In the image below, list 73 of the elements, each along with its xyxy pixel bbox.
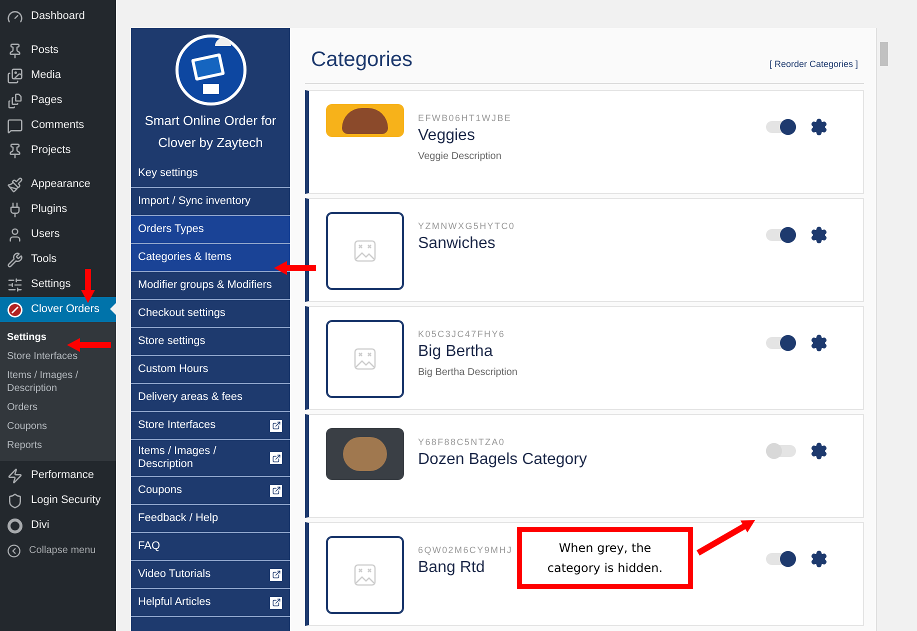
submenu-item[interactable]: Orders — [0, 398, 116, 417]
monitor-logo-icon — [174, 34, 246, 106]
menu-item[interactable]: Plugins — [0, 197, 116, 222]
visibility-toggle[interactable] — [766, 229, 796, 241]
menu-item[interactable]: Media — [0, 63, 116, 88]
dashboard-icon — [7, 8, 23, 24]
wrench-icon — [7, 252, 23, 268]
category-code: YZMNWXG5HYTC0 — [418, 220, 516, 233]
menu-item[interactable]: Projects — [0, 138, 116, 163]
comment-icon — [7, 118, 23, 134]
category-description: Veggie Description — [418, 150, 502, 164]
pages-icon — [7, 92, 23, 108]
category-name: Sanwiches — [418, 234, 496, 254]
category-name: Big Bertha — [418, 342, 493, 362]
category-code: 6QW02M6CY9MHJ — [418, 544, 513, 557]
pin-icon — [7, 142, 23, 158]
visibility-toggle[interactable] — [766, 445, 796, 457]
category-name: Dozen Bagels Category — [418, 450, 587, 470]
media-icon — [7, 68, 23, 84]
page-title: Categories — [311, 46, 413, 72]
menu-item[interactable]: Clover Orders — [0, 297, 116, 322]
category-code: EFWB06HT1WJBE — [418, 112, 512, 125]
performance-icon — [7, 468, 23, 484]
user-icon — [7, 226, 23, 242]
menu-item[interactable]: Tools — [0, 247, 116, 272]
settings-icon[interactable] — [810, 550, 828, 568]
plugin-nav-item[interactable]: Orders Types — [131, 216, 290, 244]
menu-item[interactable]: Users — [0, 222, 116, 247]
category-description: Big Bertha Description — [418, 366, 518, 380]
menu-item[interactable]: Appearance — [0, 172, 116, 197]
category-code: Y68F88C5NTZA0 — [418, 436, 506, 449]
menu-item[interactable]: Comments — [0, 113, 116, 138]
current-pointer-icon — [110, 303, 116, 315]
settings-icon — [7, 276, 23, 292]
menu-item[interactable]: Dashboard — [0, 4, 116, 29]
brush-icon — [7, 176, 23, 192]
submenu-item[interactable]: Settings — [0, 328, 116, 347]
annotation-callout: When grey, the category is hidden. — [517, 527, 693, 589]
submenu-item[interactable]: Coupons — [0, 417, 116, 436]
menu-item[interactable]: Divi — [0, 513, 116, 538]
broken-image-icon — [353, 347, 377, 371]
visibility-toggle[interactable] — [766, 121, 796, 133]
plugin-nav-item[interactable]: Categories & Items — [131, 244, 290, 272]
submenu-item[interactable]: Store Interfaces — [0, 347, 116, 366]
menu-item[interactable]: Performance — [0, 463, 116, 488]
annotation-arrow — [67, 338, 111, 352]
submenu-item[interactable]: Reports — [0, 436, 116, 455]
clover-logo-icon — [7, 302, 23, 318]
visibility-toggle[interactable] — [766, 337, 796, 349]
divi-logo-icon — [7, 518, 23, 534]
category-name: Bang Rtd — [418, 558, 485, 578]
settings-icon[interactable] — [810, 226, 828, 244]
category-name: Veggies — [418, 126, 475, 146]
annotation-arrow — [81, 269, 95, 303]
settings-icon[interactable] — [810, 118, 828, 136]
reorder-categories-link[interactable]: [ Reorder Categories ] — [769, 58, 858, 71]
annotation-arrow — [274, 261, 316, 275]
settings-icon[interactable] — [810, 334, 828, 352]
menu-item[interactable]: Posts — [0, 38, 116, 63]
pin-icon — [7, 42, 23, 58]
shield-icon — [7, 492, 23, 508]
menu-item[interactable]: Pages — [0, 88, 116, 113]
category-code: K05C3JC47FHY6 — [418, 328, 506, 341]
collapse-icon — [7, 544, 21, 558]
collapse-menu-button[interactable]: Collapse menu — [0, 538, 116, 563]
settings-icon[interactable] — [810, 442, 828, 460]
submenu-item[interactable]: Items / Images / Description — [0, 366, 116, 398]
menu-item[interactable]: Login Security — [0, 488, 116, 513]
broken-image-icon — [353, 239, 377, 263]
menu-item[interactable]: Settings — [0, 272, 116, 297]
broken-image-icon — [353, 563, 377, 587]
plugin-title: Smart Online Order for Clover by Zaytech — [144, 112, 278, 152]
visibility-toggle[interactable] — [766, 553, 796, 565]
